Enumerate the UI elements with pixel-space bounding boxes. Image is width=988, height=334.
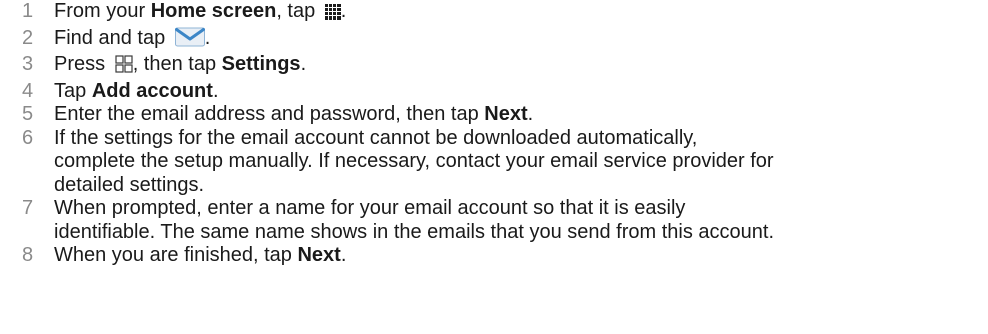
instruction-steps: 1 From your Home screen, tap . 2 Find an… <box>22 0 982 268</box>
next-label: Next <box>297 244 341 266</box>
step-number: 5 <box>22 103 34 125</box>
step-text: If the settings for the email account ca… <box>54 126 774 196</box>
step-number: 4 <box>22 79 34 102</box>
home-screen-label: Home screen <box>150 0 277 22</box>
step-8: 8 When you are finished, tap Next. <box>22 244 982 268</box>
step-text: From your Home screen, tap . <box>54 0 982 27</box>
step-number: 2 <box>22 26 34 49</box>
step-text: Press , then tap Settings. <box>54 53 982 80</box>
step-text: Tap Add account. <box>54 79 219 102</box>
app-grid-icon <box>324 3 341 27</box>
step-3: 3 Press , then tap Settings. <box>22 53 982 80</box>
step-2: 2 Find and tap . <box>22 27 982 54</box>
add-account-label: Add account <box>91 79 213 102</box>
step-5: 5 Enter the email address and password, … <box>22 103 982 127</box>
step-text: When prompted, enter a name for your ema… <box>54 197 775 243</box>
settings-label: Settings <box>221 53 301 75</box>
step-6: 6 If the settings for the email account … <box>22 127 982 198</box>
step-7: 7 When prompted, enter a name for your e… <box>22 197 982 244</box>
step-text: Enter the email address and password, th… <box>54 103 534 125</box>
step-number: 3 <box>22 53 34 75</box>
step-number: 1 <box>22 0 34 22</box>
email-envelope-icon <box>174 27 205 54</box>
step-number: 8 <box>22 244 34 266</box>
step-text: Find and tap . <box>54 27 982 54</box>
step-4: 4 Tap Add account. <box>22 80 982 104</box>
step-number: 6 <box>22 126 34 149</box>
step-number: 7 <box>22 197 34 219</box>
step-1: 1 From your Home screen, tap . <box>22 0 982 27</box>
menu-icon <box>115 55 133 80</box>
step-text: When you are finished, tap Next. <box>54 244 347 266</box>
next-label: Next <box>484 103 528 125</box>
